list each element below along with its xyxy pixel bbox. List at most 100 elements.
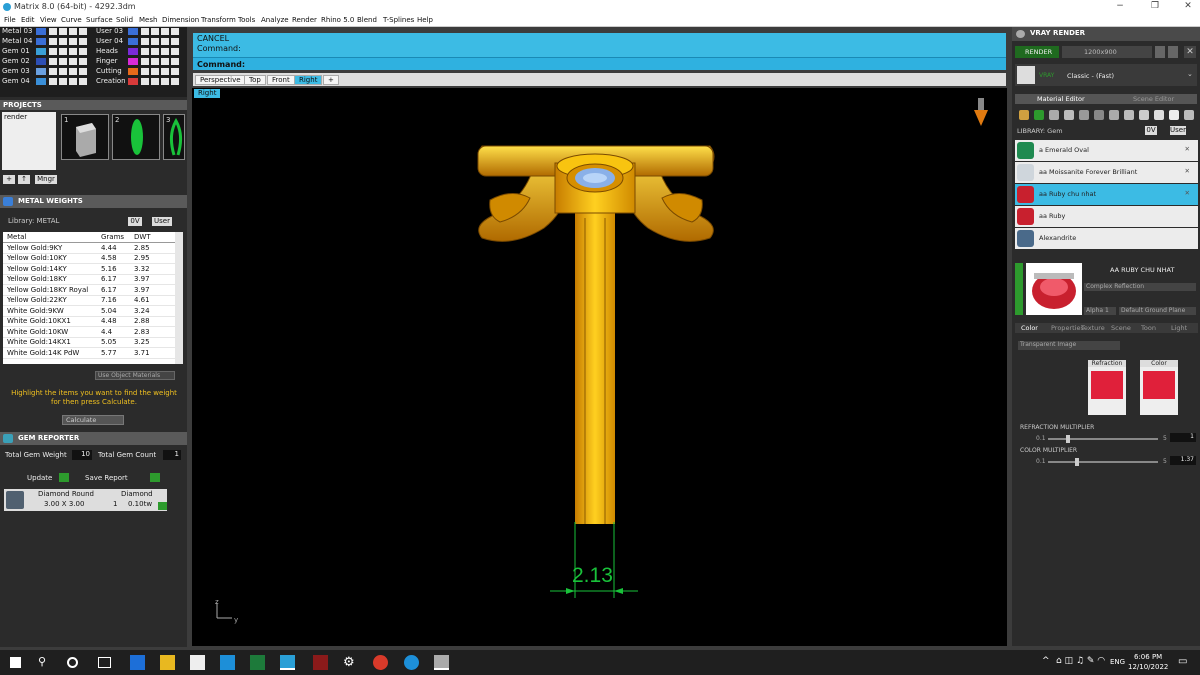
layer-row[interactable]: Gem 02 <box>2 57 30 66</box>
layer-color-swatch[interactable] <box>128 38 138 45</box>
minimize-button[interactable]: − <box>1110 1 1130 11</box>
layer-toggle-icon[interactable] <box>161 38 169 45</box>
layer-color-swatch[interactable] <box>128 48 138 55</box>
column-header[interactable]: Grams <box>97 232 130 243</box>
layer-toggle-icon[interactable] <box>141 48 149 55</box>
layer-toggle-icon[interactable] <box>69 28 77 35</box>
layer-row[interactable]: User 04 <box>96 37 123 46</box>
layer-toggle-icon[interactable] <box>161 28 169 35</box>
layer-toggle-icon[interactable] <box>69 48 77 55</box>
material-item[interactable]: aa Ruby <box>1015 206 1198 227</box>
material-item[interactable]: aa Ruby chu nhat ✕ <box>1015 184 1198 205</box>
mode-select[interactable]: Transparent Image <box>1018 341 1120 350</box>
layer-toggle-icon[interactable] <box>59 38 67 45</box>
subtab-texture[interactable]: Texture <box>1081 324 1105 332</box>
render-button[interactable]: RENDER <box>1015 46 1059 58</box>
column-header[interactable]: DWT <box>130 232 175 243</box>
layer-toggle-icon[interactable] <box>79 28 87 35</box>
menu-edit[interactable]: Edit <box>21 16 35 24</box>
tray-chevron-icon[interactable]: ^ <box>1042 656 1050 666</box>
material-item[interactable]: Alexandrite <box>1015 228 1198 249</box>
menu-analyze[interactable]: Analyze <box>261 16 289 24</box>
slider-thumb[interactable] <box>1066 435 1071 443</box>
add-tab-button[interactable]: + <box>323 75 339 85</box>
use-object-materials-checkbox[interactable]: Use Object Materials <box>95 371 175 380</box>
save-arrow-icon[interactable] <box>150 473 160 482</box>
project-thumb[interactable]: 1 <box>61 114 109 160</box>
slider-thumb[interactable] <box>1074 458 1079 466</box>
refraction-value[interactable]: 1 <box>1170 433 1196 442</box>
layer-toggle-icon[interactable] <box>151 58 159 65</box>
layer-toggle-icon[interactable] <box>59 78 67 85</box>
calculate-button[interactable]: Calculate <box>62 415 124 425</box>
subtab-light[interactable]: Light <box>1171 324 1187 332</box>
material-tool-icon[interactable] <box>1139 110 1149 120</box>
up-project-button[interactable]: ↑ <box>18 175 30 184</box>
layer-toggle-icon[interactable] <box>141 78 149 85</box>
layer-row[interactable]: Gem 01 <box>2 47 30 56</box>
material-tool-icon[interactable] <box>1079 110 1089 120</box>
menu-mesh[interactable]: Mesh <box>139 16 157 24</box>
menu-dimension[interactable]: Dimension <box>162 16 199 24</box>
layer-color-swatch[interactable] <box>128 78 138 85</box>
cortana-icon[interactable] <box>67 657 78 668</box>
subtab-properties[interactable]: Properties <box>1051 324 1084 332</box>
layer-row[interactable]: Metal 04 <box>2 37 32 46</box>
command-input[interactable]: Command: <box>193 57 1006 70</box>
layer-color-swatch[interactable] <box>36 28 46 35</box>
subtab-toon[interactable]: Toon <box>1141 324 1156 332</box>
layer-toggle-icon[interactable] <box>171 68 179 75</box>
layer-toggle-icon[interactable] <box>171 38 179 45</box>
table-row[interactable]: White Gold:14KX1 5.05 3.25 <box>3 337 175 348</box>
manager-button[interactable]: Mngr <box>35 175 57 184</box>
material-tool-icon[interactable] <box>1064 110 1074 120</box>
menu-tools[interactable]: Tools <box>238 16 255 24</box>
material-tool-icon[interactable] <box>1019 110 1029 120</box>
material-tool-icon[interactable] <box>1184 110 1194 120</box>
layer-toggle-icon[interactable] <box>171 28 179 35</box>
material-tool-icon[interactable] <box>1109 110 1119 120</box>
reset-icon[interactable] <box>1155 46 1165 58</box>
app-icon[interactable] <box>313 655 328 670</box>
tray-icons[interactable]: ⌂ ◫ ♫ ✎ ◠ <box>1056 656 1105 666</box>
menu-solid[interactable]: Solid <box>116 16 133 24</box>
update-arrow-icon[interactable] <box>59 473 69 482</box>
menu-blend[interactable]: Blend <box>357 16 377 24</box>
material-tool-icon[interactable] <box>1049 110 1059 120</box>
layer-color-swatch[interactable] <box>128 28 138 35</box>
reflection-select[interactable]: Complex Reflection <box>1084 283 1196 291</box>
material-tool-icon[interactable] <box>1034 110 1044 120</box>
edge-icon[interactable] <box>130 655 145 670</box>
menu-tsplines[interactable]: T-Splines <box>383 16 414 24</box>
tab-top[interactable]: Top <box>244 75 266 85</box>
layer-row[interactable]: Gem 04 <box>2 77 30 86</box>
layer-color-swatch[interactable] <box>36 78 46 85</box>
menu-view[interactable]: View <box>40 16 57 24</box>
next-icon[interactable] <box>1168 46 1178 58</box>
search-icon[interactable]: ⚲ <box>38 655 53 670</box>
layer-toggle-icon[interactable] <box>141 68 149 75</box>
layer-row[interactable]: Metal 03 <box>2 27 32 36</box>
subtab-scene[interactable]: Scene <box>1111 324 1131 332</box>
layer-toggle-icon[interactable] <box>49 38 57 45</box>
table-row[interactable]: White Gold:10KW 4.4 2.83 <box>3 326 175 338</box>
close-icon[interactable]: ✕ <box>1184 46 1196 58</box>
layer-toggle-icon[interactable] <box>151 28 159 35</box>
tag-user[interactable]: User <box>1170 126 1186 135</box>
remove-material-icon[interactable]: ✕ <box>1185 189 1190 197</box>
material-tool-icon[interactable] <box>1154 110 1164 120</box>
menu-file[interactable]: File <box>4 16 16 24</box>
tab-scene-editor[interactable]: Scene Editor <box>1133 95 1174 103</box>
layer-toggle-icon[interactable] <box>141 38 149 45</box>
tab-right[interactable]: Right <box>294 75 323 85</box>
menu-curve[interactable]: Curve <box>61 16 82 24</box>
language-indicator[interactable]: ENG <box>1110 658 1125 666</box>
layer-color-swatch[interactable] <box>36 58 46 65</box>
tag-0v[interactable]: 0V <box>1145 126 1157 135</box>
layer-toggle-icon[interactable] <box>49 28 57 35</box>
menu-surface[interactable]: Surface <box>86 16 113 24</box>
layer-color-swatch[interactable] <box>36 38 46 45</box>
project-thumb[interactable]: 3 <box>163 114 185 160</box>
layer-toggle-icon[interactable] <box>69 38 77 45</box>
subtab-color[interactable]: Color <box>1021 324 1038 332</box>
